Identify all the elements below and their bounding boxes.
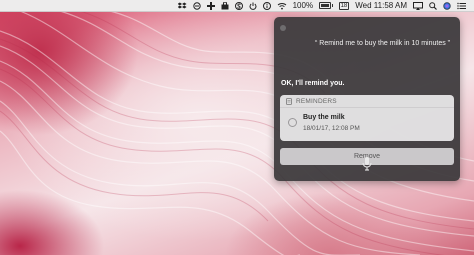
microphone-icon[interactable]	[361, 156, 373, 172]
clock[interactable]: Wed 11:58 AM	[355, 0, 407, 12]
spotlight-icon[interactable]	[429, 0, 437, 12]
cross-icon[interactable]	[206, 0, 215, 12]
siri-icon[interactable]	[443, 0, 451, 12]
s-icon[interactable]	[234, 0, 243, 12]
wifi-icon[interactable]	[277, 0, 287, 12]
siri-response: OK, I'll remind you.	[281, 80, 345, 87]
info-icon[interactable]	[262, 0, 271, 12]
reminders-card[interactable]: REMINDERS Buy the milk 18/01/17, 12:08 P…	[280, 95, 454, 141]
reminder-date: 18/01/17, 12:08 PM	[303, 125, 360, 132]
airplay-icon[interactable]	[413, 0, 423, 12]
dropbox-icon[interactable]	[177, 0, 187, 12]
bag-icon[interactable]	[221, 0, 229, 12]
close-icon[interactable]	[280, 25, 286, 31]
battery-percent: 100%	[292, 0, 314, 10]
siri-query: “ Remind me to buy the milk in 10 minute…	[315, 40, 450, 47]
power-icon[interactable]	[249, 0, 257, 12]
reminders-card-title: REMINDERS	[296, 97, 337, 105]
notification-center-icon[interactable]	[457, 0, 466, 12]
reminders-app-icon	[286, 97, 292, 105]
battery-icon[interactable]	[319, 0, 333, 12]
reminder-checkbox[interactable]	[288, 118, 297, 127]
reminder-title: Buy the milk	[303, 114, 345, 121]
circle-icon[interactable]	[192, 0, 201, 12]
menu-bar: 100% 18 Wed 11:58 AM	[0, 0, 474, 12]
calendar-icon[interactable]: 18	[338, 0, 350, 12]
calendar-day: 18	[338, 1, 350, 10]
reminders-card-header: REMINDERS	[280, 95, 454, 107]
reminder-item[interactable]: Buy the milk 18/01/17, 12:08 PM	[280, 108, 454, 141]
